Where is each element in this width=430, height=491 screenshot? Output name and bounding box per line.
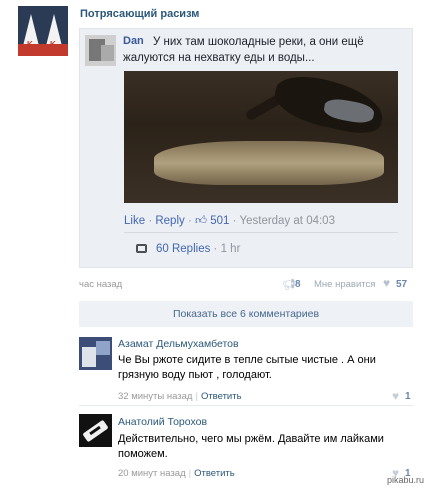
like-link: Like bbox=[124, 215, 146, 227]
divider bbox=[124, 232, 398, 233]
comment-meta: 32 минуты назад | Ответить bbox=[118, 391, 242, 402]
comment-avatar[interactable] bbox=[79, 414, 112, 447]
like-count[interactable]: 57 bbox=[396, 279, 407, 290]
embedded-comment-actions: Like · Reply · 👍︎ 501 · Yesterday at 04:… bbox=[124, 215, 335, 227]
like-button[interactable]: Мне нравится bbox=[314, 279, 375, 290]
comment-reply-button[interactable]: Ответить bbox=[201, 391, 242, 402]
share-icon[interactable]: 📢︎ bbox=[282, 278, 296, 291]
comment-text: Действительно, чего мы ржём. Давайте им … bbox=[118, 433, 384, 460]
comment-time[interactable]: 32 минуты назад bbox=[118, 391, 192, 402]
embedded-comment-author: Dan bbox=[123, 35, 144, 47]
thumbs-up-icon: 👍︎ bbox=[195, 215, 208, 227]
reply-bubble-icon bbox=[136, 244, 147, 253]
reply-link: Reply bbox=[155, 215, 185, 227]
avatar-letter-2: K bbox=[50, 40, 56, 49]
embedded-comment-card: У них там шоколадные реки, а они ещё жал… bbox=[79, 28, 413, 268]
commenter-avatar bbox=[85, 35, 116, 66]
heart-icon[interactable]: ♥ bbox=[383, 276, 390, 290]
vk-post: K K Потрясающий расизм У них там шоколад… bbox=[0, 0, 430, 491]
comment-like-count[interactable]: 1 bbox=[405, 391, 411, 402]
replies-summary: 60 Replies · 1 hr bbox=[136, 243, 240, 255]
attached-photo bbox=[124, 71, 398, 203]
comment-text: Че Вы ржоте сидите в тепле сытые чистые … bbox=[118, 354, 376, 381]
comment-meta: 20 минут назад | Ответить bbox=[118, 468, 235, 479]
comment-separator bbox=[79, 405, 413, 406]
embedded-comment-text: У них там шоколадные реки, а они ещё жал… bbox=[123, 36, 364, 64]
show-all-comments-button[interactable]: Показать все 6 комментариев bbox=[79, 301, 413, 327]
group-avatar[interactable]: K K bbox=[18, 6, 68, 56]
comment-avatar[interactable] bbox=[79, 337, 112, 370]
post-time[interactable]: час назад bbox=[79, 279, 122, 290]
group-title[interactable]: Потрясающий расизм bbox=[80, 8, 199, 20]
comment-author[interactable]: Азамат Дельмухамбетов bbox=[118, 338, 239, 350]
avatar-red-band bbox=[18, 44, 68, 56]
comment-author[interactable]: Анатолий Торохов bbox=[118, 416, 207, 428]
watermark: pikabu.ru bbox=[386, 475, 424, 485]
comment-reply-button[interactable]: Ответить bbox=[194, 468, 235, 479]
comment-heart-icon[interactable]: ♥ bbox=[392, 389, 399, 403]
share-count[interactable]: 8 bbox=[295, 279, 301, 290]
avatar-letter-1: K bbox=[27, 40, 33, 49]
embedded-comment-timestamp: Yesterday at 04:03 bbox=[239, 215, 335, 227]
comment-time[interactable]: 20 минут назад bbox=[118, 468, 186, 479]
reactions-count: 501 bbox=[210, 215, 230, 227]
